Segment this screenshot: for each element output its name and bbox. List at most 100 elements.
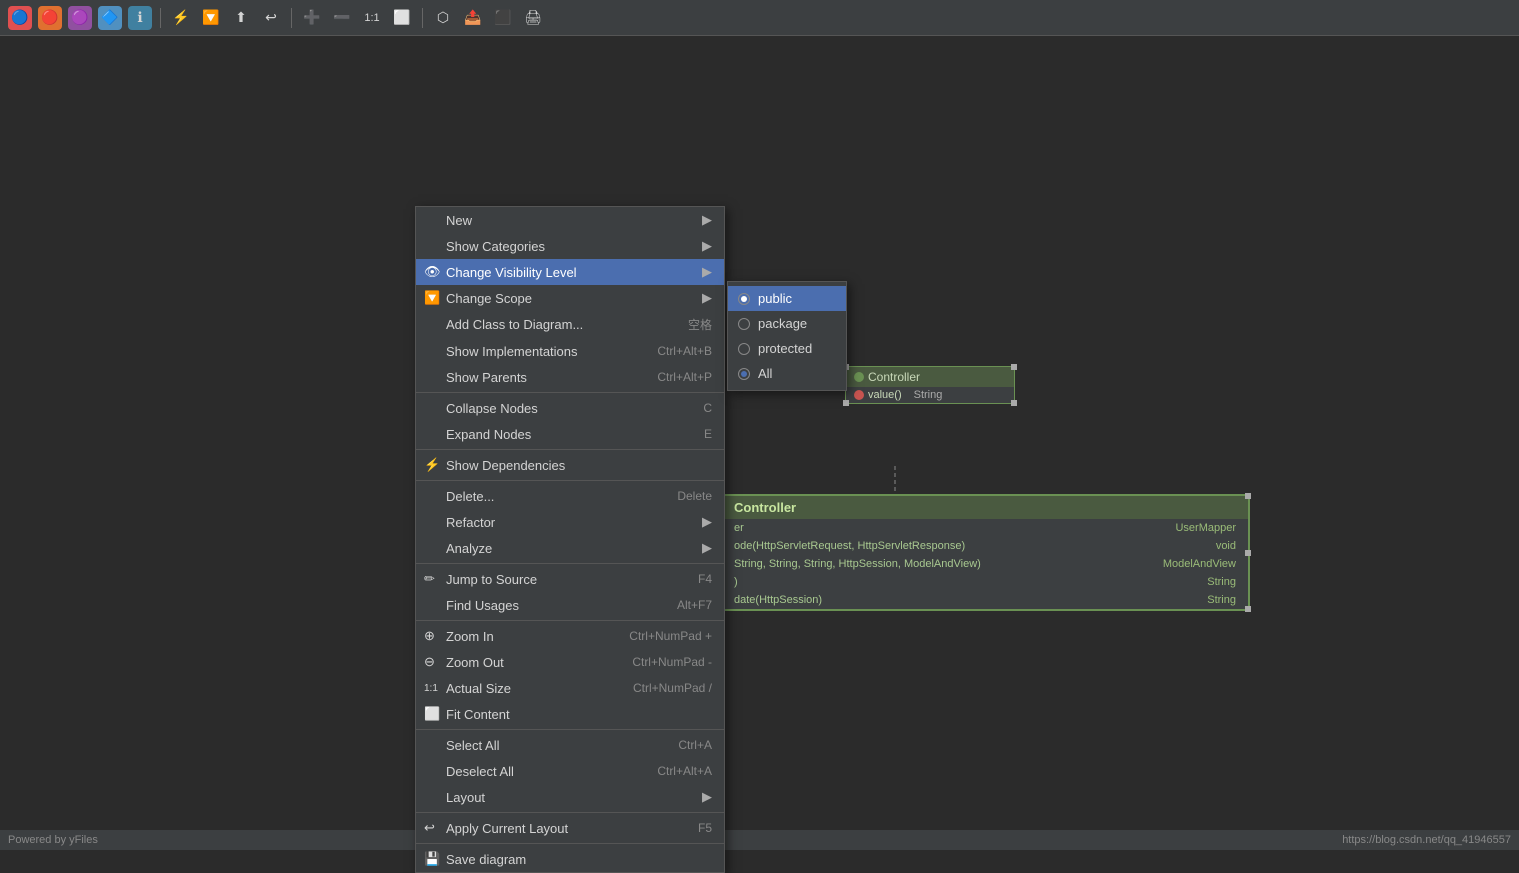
statusbar-right: https://blog.csdn.net/qq_41946557 xyxy=(1342,834,1511,846)
menu-item-show-parents[interactable]: Show Parents Ctrl+Alt+P xyxy=(416,364,724,390)
change-visibility-arrow: ▶ xyxy=(682,264,712,280)
small-node-method: value() xyxy=(868,389,902,401)
submenu-item-package[interactable]: package xyxy=(728,311,846,336)
toolbar-separator-2 xyxy=(291,8,292,28)
separator-8 xyxy=(416,843,724,844)
toolbar-zoom-in-icon[interactable]: ➕ xyxy=(300,6,324,30)
menu-add-class-label: Add Class to Diagram... xyxy=(446,317,583,332)
menu-item-apply-layout[interactable]: ↩ Apply Current Layout F5 xyxy=(416,815,724,841)
submenu-package-label: package xyxy=(758,316,807,331)
separator-6 xyxy=(416,729,724,730)
large-row-0-right: UserMapper xyxy=(1175,522,1236,534)
toolbar-share-icon[interactable]: ⬡ xyxy=(431,6,455,30)
separator-7 xyxy=(416,812,724,813)
large-node-row-2: String, String, String, HttpSession, Mod… xyxy=(722,555,1248,573)
toolbar-icon-3[interactable]: 🟣 xyxy=(68,6,92,30)
menu-item-show-implementations[interactable]: Show Implementations Ctrl+Alt+B xyxy=(416,338,724,364)
toolbar-layout-icon[interactable]: ⬛ xyxy=(491,6,515,30)
large-row-4-right: String xyxy=(1207,594,1236,606)
menu-item-actual-size[interactable]: 1:1 Actual Size Ctrl+NumPad / xyxy=(416,675,724,701)
zoom-in-icon: ⊕ xyxy=(424,628,435,644)
submenu-item-protected[interactable]: protected xyxy=(728,336,846,361)
new-arrow: ▶ xyxy=(682,212,712,228)
canvas: Controller value() String Controller er … xyxy=(0,36,1519,830)
menu-show-dependencies-label: Show Dependencies xyxy=(446,458,565,473)
add-class-shortcut: 空格 xyxy=(668,316,712,333)
toolbar-separator-1 xyxy=(160,8,161,28)
menu-item-zoom-out[interactable]: ⊖ Zoom Out Ctrl+NumPad - xyxy=(416,649,724,675)
separator-4 xyxy=(416,563,724,564)
menu-item-refactor[interactable]: Refactor ▶ xyxy=(416,509,724,535)
toolbar-undo-icon[interactable]: ↩ xyxy=(259,6,283,30)
large-controller-node: Controller er UserMapper ode(HttpServlet… xyxy=(720,494,1250,611)
menu-fit-content-label: Fit Content xyxy=(446,707,510,722)
zoom-out-shortcut: Ctrl+NumPad - xyxy=(612,655,712,669)
large-row-3-right: String xyxy=(1207,576,1236,588)
radio-protected xyxy=(738,343,750,355)
small-node-red-dot xyxy=(854,390,864,400)
menu-item-fit-content[interactable]: ⬜ Fit Content xyxy=(416,701,724,727)
toolbar-filter-icon[interactable]: ⚡ xyxy=(169,6,193,30)
change-scope-icon: 🔽 xyxy=(424,290,440,306)
large-row-0-left: er xyxy=(734,522,744,534)
statusbar: Powered by yFiles https://blog.csdn.net/… xyxy=(0,830,1519,850)
radio-public xyxy=(738,293,750,305)
menu-item-change-scope[interactable]: 🔽 Change Scope ▶ xyxy=(416,285,724,311)
zoom-out-icon: ⊖ xyxy=(424,654,435,670)
menu-delete-label: Delete... xyxy=(446,489,494,504)
menu-item-delete[interactable]: Delete... Delete xyxy=(416,483,724,509)
submenu-public-label: public xyxy=(758,291,792,306)
layout-arrow: ▶ xyxy=(682,789,712,805)
menu-item-collapse-nodes[interactable]: Collapse Nodes C xyxy=(416,395,724,421)
menu-collapse-nodes-label: Collapse Nodes xyxy=(446,401,538,416)
menu-item-layout[interactable]: Layout ▶ xyxy=(416,784,724,810)
toolbar-sort-icon[interactable]: 🔽 xyxy=(199,6,223,30)
toolbar-export-icon[interactable]: 📤 xyxy=(461,6,485,30)
radio-all xyxy=(738,368,750,380)
toolbar-fit-icon[interactable]: ⬜ xyxy=(390,6,414,30)
show-parents-shortcut: Ctrl+Alt+P xyxy=(637,370,712,384)
submenu-item-public[interactable]: public xyxy=(728,286,846,311)
menu-item-select-all[interactable]: Select All Ctrl+A xyxy=(416,732,724,758)
fit-content-icon: ⬜ xyxy=(424,706,440,722)
menu-item-jump-to-source[interactable]: ✏ Jump to Source F4 xyxy=(416,566,724,592)
menu-item-show-dependencies[interactable]: ⚡ Show Dependencies xyxy=(416,452,724,478)
menu-expand-nodes-label: Expand Nodes xyxy=(446,427,531,442)
delete-shortcut: Delete xyxy=(657,489,712,503)
submenu-item-all[interactable]: All xyxy=(728,361,846,386)
separator-1 xyxy=(416,392,724,393)
menu-item-find-usages[interactable]: Find Usages Alt+F7 xyxy=(416,592,724,618)
apply-layout-icon: ↩ xyxy=(424,820,435,836)
refactor-arrow: ▶ xyxy=(682,514,712,530)
menu-item-analyze[interactable]: Analyze ▶ xyxy=(416,535,724,561)
menu-item-zoom-in[interactable]: ⊕ Zoom In Ctrl+NumPad + xyxy=(416,623,724,649)
menu-item-add-class[interactable]: Add Class to Diagram... 空格 xyxy=(416,311,724,338)
toolbar-icon-2[interactable]: 🔴 xyxy=(38,6,62,30)
large-node-row-4: date(HttpSession) String xyxy=(722,591,1248,609)
menu-item-change-visibility[interactable]: 👁 Change Visibility Level ▶ xyxy=(416,259,724,285)
toolbar-print-icon[interactable]: 🖨 xyxy=(521,6,545,30)
toolbar: 🔵 🔴 🟣 🔷 ℹ ⚡ 🔽 ⬆ ↩ ➕ ➖ 1:1 ⬜ ⬡ 📤 ⬛ 🖨 xyxy=(0,0,1519,36)
submenu-all-label: All xyxy=(758,366,772,381)
menu-zoom-in-label: Zoom In xyxy=(446,629,494,644)
menu-item-new[interactable]: New ▶ xyxy=(416,207,724,233)
menu-item-expand-nodes[interactable]: Expand Nodes E xyxy=(416,421,724,447)
menu-item-show-categories[interactable]: Show Categories ▶ xyxy=(416,233,724,259)
separator-5 xyxy=(416,620,724,621)
toolbar-icon-5[interactable]: ℹ xyxy=(128,6,152,30)
actual-size-icon: 1:1 xyxy=(424,683,438,694)
toolbar-up-icon[interactable]: ⬆ xyxy=(229,6,253,30)
large-node-header: Controller xyxy=(722,496,1248,519)
show-implementations-shortcut: Ctrl+Alt+B xyxy=(637,344,712,358)
small-node-header: Controller xyxy=(846,367,1014,387)
toolbar-icon-1[interactable]: 🔵 xyxy=(8,6,32,30)
menu-actual-size-label: Actual Size xyxy=(446,681,511,696)
large-handle-br xyxy=(1245,606,1251,612)
toolbar-actual-size-icon[interactable]: 1:1 xyxy=(360,6,384,30)
large-row-3-left: ) xyxy=(734,576,738,588)
toolbar-icon-4[interactable]: 🔷 xyxy=(98,6,122,30)
submenu-protected-label: protected xyxy=(758,341,812,356)
menu-item-deselect-all[interactable]: Deselect All Ctrl+Alt+A xyxy=(416,758,724,784)
toolbar-zoom-out-icon[interactable]: ➖ xyxy=(330,6,354,30)
menu-apply-layout-label: Apply Current Layout xyxy=(446,821,568,836)
